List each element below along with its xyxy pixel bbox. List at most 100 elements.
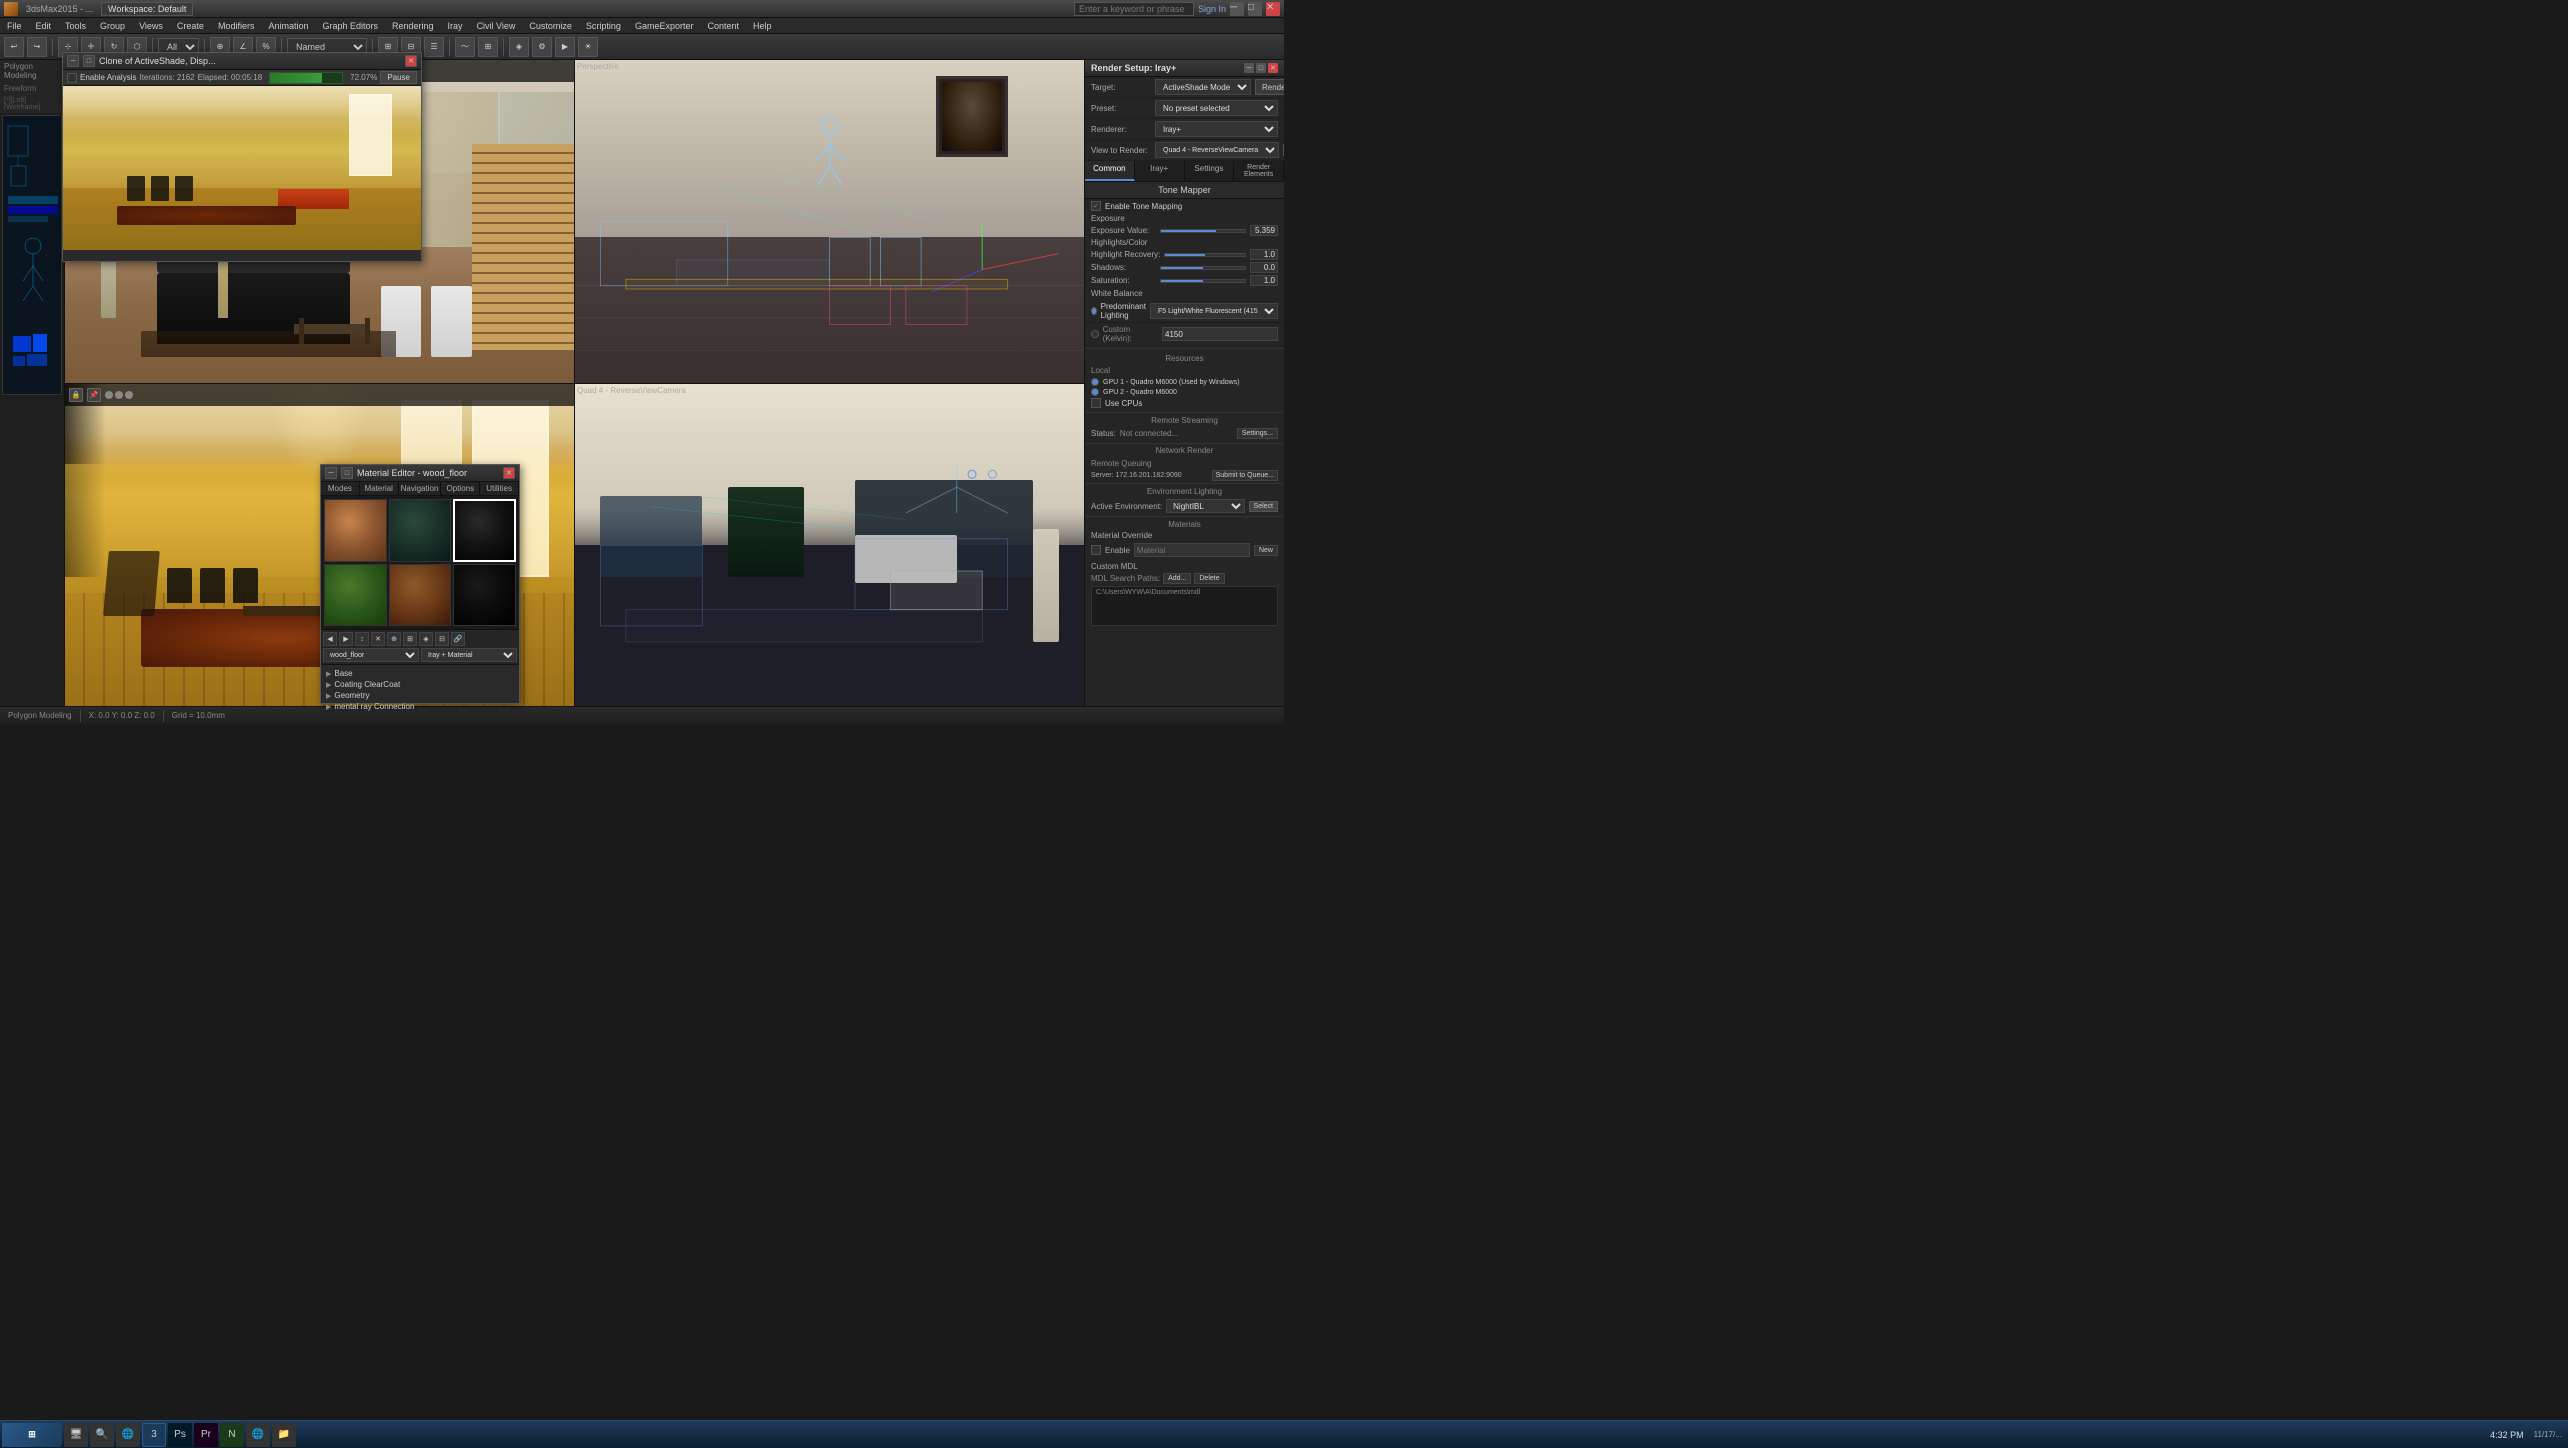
- me-tool-9[interactable]: 🔗: [451, 632, 465, 646]
- me-close-btn[interactable]: ✕: [503, 467, 515, 479]
- me-tool-3[interactable]: ↕: [355, 632, 369, 646]
- me-tool-delete[interactable]: ✕: [371, 632, 385, 646]
- start-button[interactable]: ⊞: [2, 1423, 62, 1447]
- menu-rendering[interactable]: Rendering: [389, 21, 437, 31]
- swatch-dark-green[interactable]: [389, 499, 452, 562]
- pause-btn[interactable]: Pause: [380, 71, 417, 84]
- renderer-dropdown[interactable]: Iray+: [1155, 121, 1278, 137]
- minimize-button[interactable]: ─: [1230, 2, 1244, 16]
- me-btn-1[interactable]: ─: [325, 467, 337, 479]
- schematic-btn[interactable]: ⊞: [478, 37, 498, 57]
- swatch-dark[interactable]: [453, 564, 516, 627]
- swatch-grass[interactable]: [324, 564, 387, 627]
- taskbar-icon-misc[interactable]: 📁: [272, 1423, 296, 1447]
- menu-gameexporter[interactable]: GameExporter: [632, 21, 697, 31]
- env-dropdown[interactable]: NightIBL: [1166, 499, 1244, 513]
- tab-common[interactable]: Common: [1085, 161, 1135, 181]
- menu-tools[interactable]: Tools: [62, 21, 89, 31]
- use-cpus-checkbox[interactable]: [1091, 398, 1101, 408]
- material-input[interactable]: [1134, 543, 1250, 557]
- enable-tone-checkbox[interactable]: [1091, 201, 1101, 211]
- menu-scripting[interactable]: Scripting: [583, 21, 624, 31]
- render-setup-btn[interactable]: ⚙: [532, 37, 552, 57]
- menu-edit[interactable]: Edit: [33, 21, 55, 31]
- tree-item-mental-ray[interactable]: ▶ mental ray Connection: [324, 701, 516, 712]
- kelvin-input[interactable]: [1162, 327, 1278, 341]
- taskbar-icon-chrome[interactable]: 🌐: [246, 1423, 270, 1447]
- as-close-btn[interactable]: ✕: [405, 55, 417, 67]
- tab-settings[interactable]: Settings: [1185, 161, 1235, 181]
- activeshade-btn[interactable]: ☀: [578, 37, 598, 57]
- taskbar-icon-premiere[interactable]: Pr: [194, 1423, 218, 1447]
- mat-override-checkbox[interactable]: [1091, 545, 1101, 555]
- panel-minimize-btn[interactable]: ─: [1244, 63, 1254, 73]
- predominant-radio[interactable]: [1091, 307, 1097, 315]
- render-button[interactable]: Render: [1255, 79, 1284, 95]
- menu-file[interactable]: File: [4, 21, 25, 31]
- me-renderer-dropdown[interactable]: Iray + Material: [421, 648, 517, 662]
- kelvin-radio[interactable]: [1091, 330, 1099, 338]
- signin-btn[interactable]: Sign In: [1198, 4, 1226, 14]
- tab-iray[interactable]: Iray+: [1135, 161, 1185, 181]
- as-btn-1[interactable]: ─: [67, 55, 79, 67]
- me-tool-7[interactable]: ◈: [419, 632, 433, 646]
- target-dropdown[interactable]: ActiveShade Mode: [1155, 79, 1251, 95]
- saturation-slider[interactable]: [1160, 279, 1246, 283]
- tree-item-geometry[interactable]: ▶ Geometry: [324, 690, 516, 701]
- tab-render-elements[interactable]: Render Elements: [1234, 161, 1284, 181]
- schematic-view-canvas[interactable]: [2, 115, 62, 395]
- menu-civil-view[interactable]: Civil View: [474, 21, 519, 31]
- search-input[interactable]: [1074, 2, 1194, 16]
- menu-animation[interactable]: Animation: [265, 21, 311, 31]
- me-btn-2[interactable]: □: [341, 467, 353, 479]
- render-btn[interactable]: ▶: [555, 37, 575, 57]
- me-tool-8[interactable]: ⊟: [435, 632, 449, 646]
- vp-bl-lock[interactable]: 🔒: [69, 388, 83, 402]
- curve-editor-btn[interactable]: 〜: [455, 37, 475, 57]
- material-editor-btn[interactable]: ◈: [509, 37, 529, 57]
- swatch-brown[interactable]: [389, 564, 452, 627]
- layer-btn[interactable]: ☰: [424, 37, 444, 57]
- close-button[interactable]: ✕: [1266, 2, 1280, 16]
- menu-modifiers[interactable]: Modifiers: [215, 21, 258, 31]
- undo-btn[interactable]: ↩: [4, 37, 24, 57]
- swatch-black[interactable]: [453, 499, 516, 562]
- menu-graph-editors[interactable]: Graph Editors: [319, 21, 381, 31]
- taskbar-icon-3dsmax[interactable]: 3: [142, 1423, 166, 1447]
- viewport-bottomright[interactable]: Quad 4 - ReverseViewCamera: [575, 384, 1084, 707]
- new-material-btn[interactable]: New: [1254, 545, 1278, 556]
- menu-help[interactable]: Help: [750, 21, 775, 31]
- panel-close-btn[interactable]: ✕: [1268, 63, 1278, 73]
- settings-btn[interactable]: Settings...: [1237, 428, 1278, 439]
- workspace-label[interactable]: Workspace: Default: [101, 2, 193, 16]
- mdl-delete-btn[interactable]: Delete: [1194, 573, 1224, 584]
- view-render-dropdown[interactable]: Quad 4 - ReverseViewCamera: [1155, 142, 1279, 158]
- me-tab-options[interactable]: Options: [441, 482, 480, 495]
- menu-views[interactable]: Views: [136, 21, 166, 31]
- activeshade-render-preview[interactable]: [63, 86, 421, 250]
- env-select-btn[interactable]: Select: [1249, 501, 1278, 512]
- me-tab-navigation[interactable]: Navigation: [399, 482, 442, 495]
- predominant-dropdown[interactable]: F5 Light/White Fluorescent (415: [1150, 303, 1278, 319]
- me-tab-modes[interactable]: Modes: [321, 482, 360, 495]
- preset-dropdown[interactable]: No preset selected: [1155, 100, 1278, 116]
- taskbar-icon-nvidia[interactable]: N: [220, 1423, 244, 1447]
- taskbar-icon-search[interactable]: 🔍: [90, 1423, 114, 1447]
- mdl-add-btn[interactable]: Add...: [1163, 573, 1191, 584]
- tree-item-base[interactable]: ▶ Base: [324, 668, 516, 679]
- menu-group[interactable]: Group: [97, 21, 128, 31]
- shadows-slider[interactable]: [1160, 266, 1246, 270]
- panel-maximize-btn[interactable]: □: [1256, 63, 1266, 73]
- maximize-button[interactable]: □: [1248, 2, 1262, 16]
- gpu2-radio[interactable]: [1091, 388, 1099, 396]
- as-btn-2[interactable]: □: [83, 55, 95, 67]
- taskbar-icon-photoshop[interactable]: Ps: [168, 1423, 192, 1447]
- exposure-slider[interactable]: [1160, 229, 1246, 233]
- redo-btn[interactable]: ↪: [27, 37, 47, 57]
- lock-view-btn[interactable]: 🔒: [1283, 144, 1284, 156]
- me-tool-5[interactable]: ⊕: [387, 632, 401, 646]
- menu-create[interactable]: Create: [174, 21, 207, 31]
- me-tool-1[interactable]: ◀: [323, 632, 337, 646]
- menu-customize[interactable]: Customize: [526, 21, 575, 31]
- menu-iray[interactable]: Iray: [445, 21, 466, 31]
